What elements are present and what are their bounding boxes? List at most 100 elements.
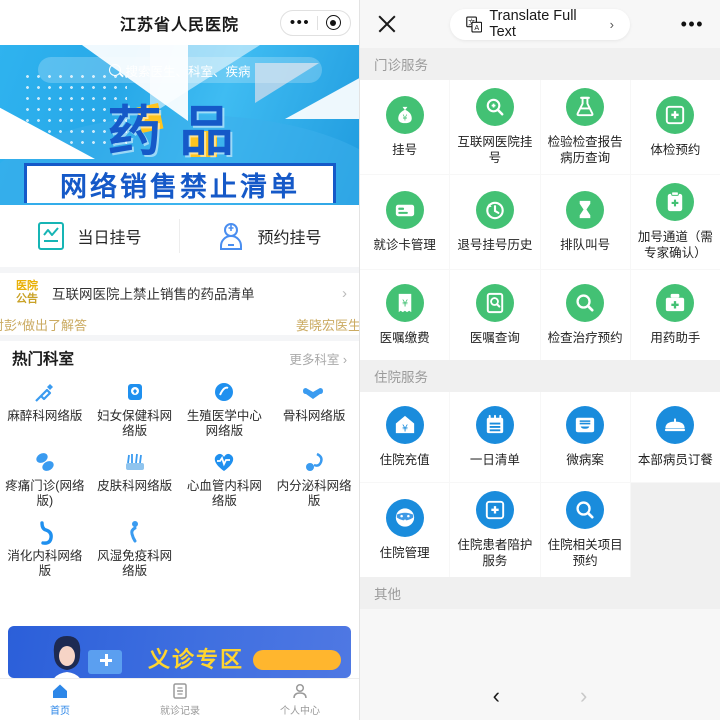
department-label: 妇女保健科网络版 [97,409,173,438]
department-item[interactable]: 生殖医学中心网络版 [180,375,270,445]
home-icon [53,684,67,698]
house-yuan-icon: ¥ [395,415,414,434]
banner-cta-button[interactable] [253,650,341,670]
department-label: 风湿免疫科网络版 [97,549,173,578]
services-section-header: 其他 [360,577,720,609]
more-departments-link[interactable]: 更多科室 › [289,349,347,368]
bottom-tabbar: 首页 就诊记录 个人中心 [0,678,359,720]
free-clinic-banner[interactable]: 义诊专区 [8,626,351,678]
quick-action-label: 当日挂号 [77,230,142,247]
banner-subhead: 网络销售禁止清单 [24,163,336,203]
page-title: 江苏省人民医院 [119,16,239,34]
department-item[interactable]: 皮肤科网络版 [90,445,180,515]
department-label: 生殖医学中心网络版 [186,409,262,438]
user-icon [293,683,307,699]
doctor-person-icon [220,223,243,250]
department-label: 消化内科网络版 [7,549,83,578]
section-title: 门诊服务 [374,58,428,73]
hospital-miniapp-panel: 江苏省人民医院 ••• 搜索医生、科室、疾病 药品 网络销售禁止清单 当日挂号 … [0,0,360,720]
service-item[interactable]: 就诊卡管理 [360,175,450,269]
service-item[interactable]: 住院相关项目预约 [540,483,630,577]
service-item[interactable]: ¥ 住院充值 [360,392,450,482]
service-item[interactable]: ¥ 挂号 [360,80,450,174]
money-bag-icon: ¥ [397,106,412,124]
service-label: 检验检查报告病历查询 [547,135,623,165]
departments-header: 热门科室 更多科室 › [0,341,359,375]
service-item[interactable]: 用药助手 [630,270,720,360]
service-item[interactable]: 排队叫号 [540,175,630,269]
departments-grid: 麻醉科网络版 妇女保健科网络版 生殖医学中心网络版 骨科网络版疼痛门诊(网络版) 皮肤科… [0,375,359,585]
page-navigation: ‹ › [360,672,720,720]
service-label: 本部病员订餐 [637,453,713,467]
service-label: 住院充值 [379,453,430,467]
banner-bottom-text: 义诊专区 [148,647,245,672]
service-label: 一日清单 [469,453,520,467]
chevron-right-icon: › [342,284,347,302]
service-item[interactable]: 本部病员订餐 [630,392,720,482]
calendar-list-icon [486,414,504,434]
medical-file-icon [485,500,505,520]
nav-forward-button[interactable]: › [580,683,587,709]
service-label: 检查治疗预约 [547,331,623,345]
tab-home[interactable]: 首页 [0,679,120,720]
service-item[interactable]: 互联网医院挂号 [450,80,540,174]
person-illustration-icon [53,636,81,678]
service-item[interactable]: 退号挂号历史 [450,175,540,269]
service-item[interactable]: 检查治疗预约 [540,270,630,360]
quick-action-today-registration[interactable]: 当日挂号 [0,221,179,251]
service-item[interactable]: 医嘱查询 [450,270,540,360]
department-label: 心血管内科网络版 [186,479,262,508]
department-item[interactable]: 骨科网络版 [269,375,359,445]
promo-banner[interactable]: 搜索医生、科室、疾病 药品 网络销售禁止清单 [0,45,359,205]
service-item[interactable]: 检验检查报告病历查询 [540,80,630,174]
more-dots-icon[interactable]: ••• [283,15,317,30]
report-card-icon [38,222,65,250]
translate-full-text-button[interactable]: 文 A Translate Full Text › [450,8,630,40]
service-item[interactable]: 一日清单 [450,392,540,482]
department-item[interactable]: 疼痛门诊(网络版) [0,445,90,515]
stomach-icon [40,521,53,545]
department-item[interactable]: 内分泌科网络版 [269,445,359,515]
pills-icon [36,453,54,471]
close-icon[interactable] [376,13,398,35]
service-item[interactable]: 住院管理 [360,483,450,577]
hospital-notice-row[interactable]: 医院 公告 互联网医院上禁止销售的药品清单 › [0,273,359,313]
tab-label: 个人中心 [280,706,320,717]
service-label: 体检预约 [650,143,701,157]
section-title: 住院服务 [374,370,428,385]
quick-action-label: 预约挂号 [257,230,322,247]
search-doc-icon [486,98,504,116]
service-grid-filler [630,483,720,577]
department-item[interactable]: 麻醉科网络版 [0,375,90,445]
service-item[interactable]: ¥ 医嘱缴费 [360,270,450,360]
service-label: 医嘱缴费 [379,331,430,345]
service-label: 互联网医院挂号 [457,135,533,165]
department-item[interactable]: 心血管内科网络版 [180,445,270,515]
target-icon[interactable] [318,15,348,30]
svg-text:¥: ¥ [402,113,407,122]
nav-back-button[interactable]: ‹ [493,683,500,709]
department-item[interactable]: 消化内科网络版 [0,515,90,585]
more-dots-icon[interactable]: ••• [681,15,704,33]
magnifier-icon [576,294,594,312]
magnifier-icon [576,501,594,519]
medical-file-icon [666,105,685,125]
quick-action-appointment-registration[interactable]: 预约挂号 [180,221,359,251]
service-label: 就诊卡管理 [373,238,436,252]
tab-records[interactable]: 就诊记录 [120,679,240,720]
department-item[interactable]: 妇女保健科网络版 [90,375,180,445]
tab-user[interactable]: 个人中心 [240,679,359,720]
bone-icon [303,388,324,399]
reproductive-icon [215,383,234,401]
hourglass-icon [579,200,591,219]
search-input[interactable]: 搜索医生、科室、疾病 [38,57,322,83]
service-item[interactable]: 微病案 [540,392,630,482]
department-item[interactable]: 风湿免疫科网络版 [90,515,180,585]
service-item[interactable]: 住院患者陪护服务 [450,483,540,577]
svg-text:¥: ¥ [402,298,408,309]
section-title: 其他 [374,587,401,602]
service-label: 挂号 [392,143,418,157]
service-item[interactable]: 体检预约 [630,80,720,174]
flask-icon [576,96,594,117]
service-item[interactable]: 加号通道（需专家确认） [630,175,720,269]
